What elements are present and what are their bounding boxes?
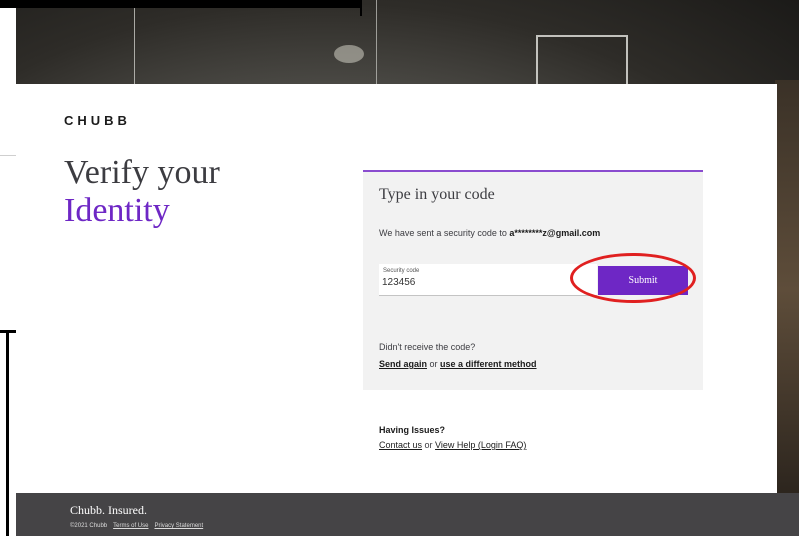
or-text: or [427,359,441,369]
view-help-link[interactable]: View Help (Login FAQ) [435,440,526,450]
footer-copyright: ©2021 Chubb [70,523,108,529]
send-again-link[interactable]: Send again [379,359,427,369]
security-code-label: Security code [383,268,420,274]
page-title-line2: Identity [64,192,170,229]
left-black-line-vertical [6,330,9,536]
security-code-input[interactable] [382,277,582,288]
privacy-statement-link[interactable]: Privacy Statement [154,523,203,529]
top-black-tick [360,0,362,16]
footer-links: ©2021 Chubb Terms of Use Privacy Statement [70,523,203,529]
background-wall [775,80,799,500]
having-issues-title: Having Issues? [379,425,446,435]
code-sent-message: We have sent a security code to a*******… [379,228,600,238]
background-frame [536,35,628,87]
login-card: CHUBB Verify your Identity Type in your … [16,84,777,493]
terms-of-use-link[interactable]: Terms of Use [113,523,148,529]
resend-options: Send again or use a different method [379,359,537,369]
submit-button[interactable]: Submit [598,266,688,295]
footer: Chubb. Insured. ©2021 Chubb Terms of Use P… [16,493,799,536]
footer-brand: Chubb. Insured. [70,503,147,517]
code-sent-prefix: We have sent a security code to [379,228,510,238]
background-lamp [334,45,364,63]
or-text: or [422,440,436,450]
chubb-logo: CHUBB [64,113,131,128]
contact-us-link[interactable]: Contact us [379,440,422,450]
page-title-line1: Verify your [64,154,220,191]
didnt-receive-text: Didn't receive the code? [379,342,476,352]
background-glass-line [134,0,135,90]
different-method-link[interactable]: use a different method [440,359,537,369]
background-glass-line [376,0,377,90]
code-sent-email: a********z@gmail.com [509,228,601,238]
code-panel-title: Type in your code [379,186,495,203]
left-divider [0,155,16,156]
top-black-bar [0,0,360,8]
code-entry-panel: Type in your code We have sent a securit… [363,170,703,390]
issues-links: Contact us or View Help (Login FAQ) [379,440,526,450]
security-code-field[interactable]: Security code [379,264,597,296]
